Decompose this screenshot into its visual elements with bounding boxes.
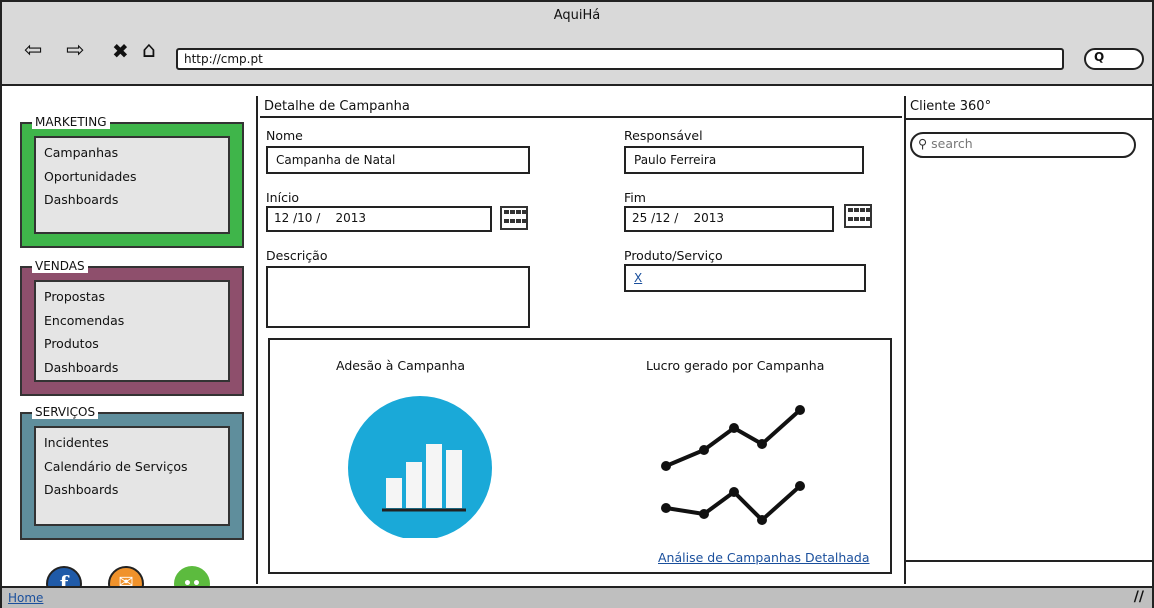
produto-label: Produto/Serviço xyxy=(624,248,723,263)
line-point xyxy=(699,509,709,519)
servicos-menu: Incidentes Calendário de Serviços Dashbo… xyxy=(34,426,230,526)
resize-grip-icon[interactable]: // xyxy=(1134,589,1144,605)
sidebar-item-calendario[interactable]: Calendário de Serviços xyxy=(44,455,220,479)
line-point xyxy=(795,405,805,415)
browser-toolbar: AquiHá ⇦ ⇨ ✖ ⌂ http://cmp.pt Q xyxy=(2,2,1152,86)
sidebar-item-produtos[interactable]: Produtos xyxy=(44,332,220,356)
cliente-search-input[interactable]: ⚲ search xyxy=(910,132,1136,158)
responsavel-field[interactable]: Paulo Ferreira xyxy=(624,146,864,174)
forward-icon[interactable]: ⇨ xyxy=(66,40,84,62)
cliente-360-title: Cliente 360° xyxy=(906,96,1152,120)
sidebar-item-campanhas[interactable]: Campanhas xyxy=(44,141,220,165)
marketing-group: MARKETING Campanhas Oportunidades Dashbo… xyxy=(20,115,244,248)
analise-link[interactable]: Análise de Campanhas Detalhada xyxy=(658,550,870,565)
fim-label: Fim xyxy=(624,190,646,205)
page-title: Detalhe de Campanha xyxy=(260,96,902,118)
lucro-chart-icon[interactable] xyxy=(658,400,818,530)
sidebar-item-dashboards[interactable]: Dashboards xyxy=(44,188,220,212)
produto-link[interactable]: X xyxy=(634,271,642,285)
descricao-label: Descrição xyxy=(266,248,328,263)
line-point xyxy=(795,481,805,491)
nome-label: Nome xyxy=(266,128,303,143)
servicos-group: SERVIÇOS Incidentes Calendário de Serviç… xyxy=(20,405,244,540)
sidebar-item-dashboards[interactable]: Dashboards xyxy=(44,478,220,502)
inicio-label: Início xyxy=(266,190,300,205)
status-bar: Home // xyxy=(2,586,1152,608)
browser-title: AquiHá xyxy=(553,8,601,23)
line-point xyxy=(661,461,671,471)
adesao-chart-title: Adesão à Campanha xyxy=(336,358,466,373)
line-point xyxy=(661,503,671,513)
inicio-date-field[interactable]: 12 /10 / 2013 xyxy=(266,206,492,232)
servicos-label: SERVIÇOS xyxy=(32,405,99,419)
bar xyxy=(386,478,402,508)
line-point xyxy=(699,445,709,455)
bar xyxy=(406,462,422,508)
browser-search-button[interactable]: Q xyxy=(1084,48,1144,70)
fim-calendar-icon[interactable] xyxy=(844,204,872,228)
campaign-detail-panel: Detalhe de Campanha Nome Campanha de Nat… xyxy=(260,96,902,584)
vendas-group: VENDAS Propostas Encomendas Produtos Das… xyxy=(20,259,244,396)
vendas-label: VENDAS xyxy=(32,259,88,273)
lucro-chart-title: Lucro gerado por Campanha xyxy=(646,358,825,373)
sidebar-item-oportunidades[interactable]: Oportunidades xyxy=(44,165,220,189)
sidebar: MARKETING Campanhas Oportunidades Dashbo… xyxy=(2,96,258,602)
sidebar-item-propostas[interactable]: Propostas xyxy=(44,285,220,309)
produto-field[interactable]: X xyxy=(624,264,866,292)
home-link[interactable]: Home xyxy=(8,591,43,605)
fim-date-field[interactable]: 25 /12 / 2013 xyxy=(624,206,834,232)
line-point xyxy=(757,439,767,449)
inicio-calendar-icon[interactable] xyxy=(500,206,528,230)
url-bar[interactable]: http://cmp.pt xyxy=(176,48,1064,70)
line-point xyxy=(757,515,767,525)
adesao-chart-icon[interactable] xyxy=(348,396,498,542)
descricao-textarea[interactable] xyxy=(266,266,530,328)
search-icon: ⚲ xyxy=(918,136,928,151)
sidebar-item-dashboards[interactable]: Dashboards xyxy=(44,356,220,380)
back-icon[interactable]: ⇦ xyxy=(24,40,42,62)
sidebar-item-incidentes[interactable]: Incidentes xyxy=(44,431,220,455)
responsavel-label: Responsável xyxy=(624,128,703,143)
search-icon: Q xyxy=(1094,50,1105,64)
vendas-menu: Propostas Encomendas Produtos Dashboards xyxy=(34,280,230,382)
browser-window: AquiHá ⇦ ⇨ ✖ ⌂ http://cmp.pt Q MARKETING… xyxy=(0,0,1154,608)
home-icon[interactable]: ⌂ xyxy=(142,40,156,62)
cliente-360-footer xyxy=(906,560,1152,584)
stop-icon[interactable]: ✖ xyxy=(112,40,129,62)
line-point xyxy=(729,487,739,497)
cliente-360-panel: Cliente 360° ⚲ search xyxy=(904,96,1152,584)
line-point xyxy=(729,423,739,433)
marketing-label: MARKETING xyxy=(32,115,110,129)
nome-field[interactable]: Campanha de Natal xyxy=(266,146,530,174)
search-placeholder: search xyxy=(931,136,973,151)
charts-panel: Adesão à Campanha Lucro gerado por Campa… xyxy=(268,338,892,574)
bar xyxy=(446,450,462,508)
bar xyxy=(426,444,442,508)
sidebar-item-encomendas[interactable]: Encomendas xyxy=(44,309,220,333)
upper-trend-line xyxy=(665,408,802,468)
marketing-menu: Campanhas Oportunidades Dashboards xyxy=(34,136,230,234)
